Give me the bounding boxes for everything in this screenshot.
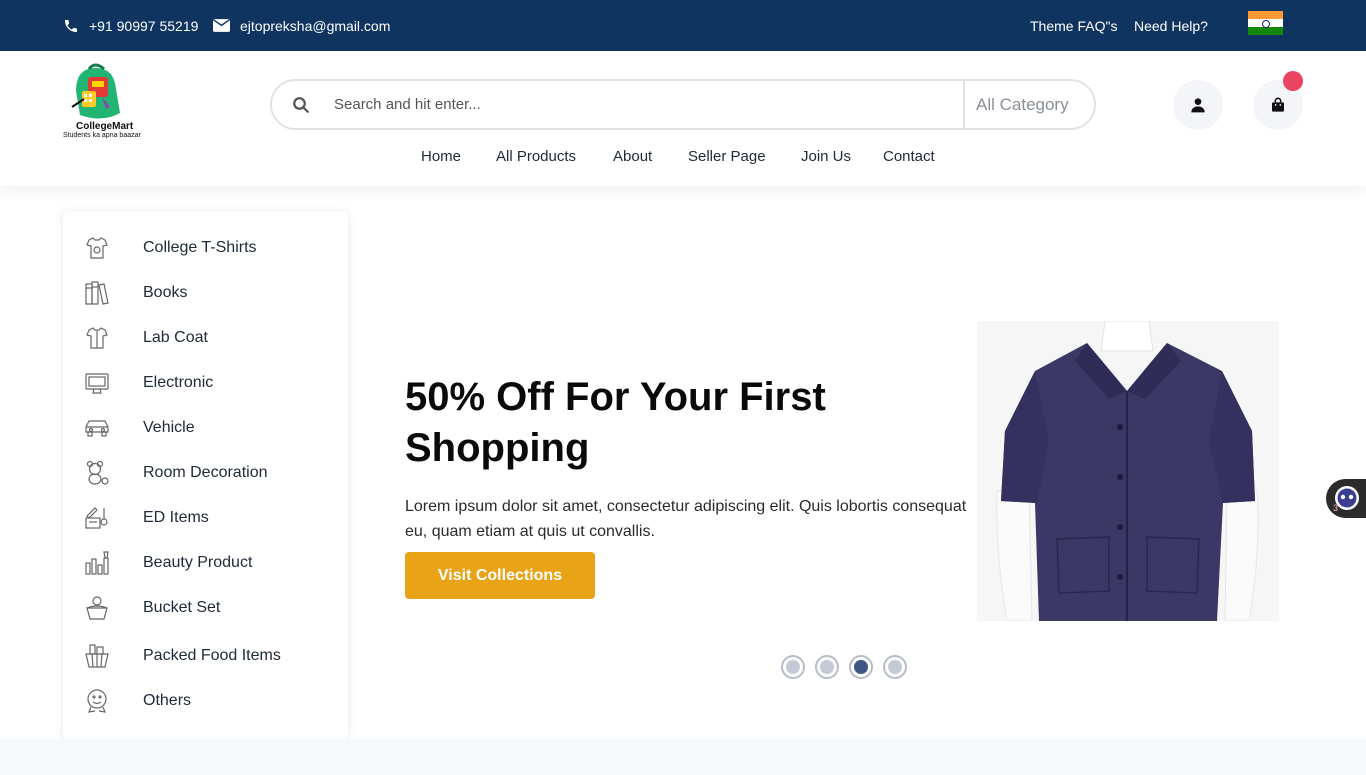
logo-tagline: Students ka apna baazar	[63, 132, 141, 139]
teddy-bear-icon	[86, 460, 109, 485]
category-bucket-set[interactable]: Bucket Set	[63, 593, 348, 623]
hero-title: 50% Off For Your First Shopping	[405, 375, 826, 470]
category-ed-items[interactable]: ED Items	[63, 503, 348, 533]
india-flag-icon[interactable]	[1248, 11, 1283, 35]
toy-icon	[87, 689, 107, 713]
mail-icon	[213, 19, 230, 32]
category-label: Bucket Set	[143, 599, 221, 616]
category-label: Packed Food Items	[143, 647, 281, 664]
search-bar: All Category	[270, 79, 1096, 130]
main-header: CollegeMart Students ka apna baazar All …	[0, 51, 1366, 186]
need-help-link[interactable]: Need Help?	[1134, 0, 1208, 51]
need-help-label: Need Help?	[1134, 17, 1208, 34]
phone-number: +91 90997 55219	[89, 17, 199, 34]
search-input[interactable]	[334, 96, 934, 113]
category-label: Others	[143, 692, 192, 709]
next-section-band	[0, 739, 1366, 775]
category-label: Beauty Product	[143, 554, 253, 571]
carousel-dot-3[interactable]	[849, 655, 873, 679]
hero-description: Lorem ipsum dolor sit amet, consectetur …	[405, 498, 967, 540]
bucket-icon	[86, 596, 108, 620]
chat-bot-icon	[1335, 486, 1359, 510]
top-bar: +91 90997 55219 ejtopreksha@gmail.com Th…	[0, 0, 1366, 51]
nav-join-us[interactable]: Join Us	[801, 148, 851, 165]
category-label: Vehicle	[143, 419, 195, 436]
visit-collections-button[interactable]: Visit Collections	[405, 552, 595, 599]
nav-contact[interactable]: Contact	[883, 148, 935, 165]
labcoat-icon	[86, 327, 108, 349]
category-label: Books	[143, 284, 188, 301]
category-label: ED Items	[143, 509, 209, 526]
account-button[interactable]	[1173, 80, 1223, 130]
cart-count-badge	[1283, 71, 1303, 91]
category-vehicle[interactable]: Vehicle	[63, 413, 348, 443]
nav-home[interactable]: Home	[421, 148, 461, 165]
category-label: Electronic	[143, 374, 214, 391]
hero-product-image	[977, 321, 1279, 621]
food-basket-icon	[85, 644, 109, 668]
cosmetics-icon	[85, 551, 109, 575]
car-icon	[85, 420, 109, 437]
carousel-dot-4[interactable]	[883, 655, 907, 679]
tshirt-icon	[86, 237, 108, 259]
carousel-dot-2[interactable]	[815, 655, 839, 679]
email-contact[interactable]: ejtopreksha@gmail.com	[213, 0, 390, 51]
category-electronic[interactable]: Electronic	[63, 368, 348, 398]
category-lab-coat[interactable]: Lab Coat	[63, 323, 348, 353]
category-sidebar: College T-Shirts Books Lab Coat Electron…	[63, 211, 348, 739]
category-beauty-product[interactable]: Beauty Product	[63, 548, 348, 578]
phone-icon	[65, 19, 77, 32]
backpack-logo-icon	[71, 63, 120, 119]
category-label: Lab Coat	[143, 329, 208, 346]
category-college-tshirts[interactable]: College T-Shirts	[63, 233, 348, 263]
logo-title: CollegeMart	[76, 121, 134, 132]
chat-widget[interactable]	[1326, 479, 1366, 518]
category-room-decoration[interactable]: Room Decoration	[63, 458, 348, 488]
nav-all-products[interactable]: All Products	[496, 148, 576, 165]
monitor-icon	[85, 373, 109, 394]
drafting-tools-icon	[85, 507, 108, 529]
search-icon[interactable]	[292, 96, 310, 114]
user-icon	[1191, 98, 1205, 113]
shopping-bag-icon	[1272, 97, 1284, 112]
theme-faq-link[interactable]: Theme FAQ"s	[1030, 0, 1117, 51]
email-address: ejtopreksha@gmail.com	[240, 17, 391, 34]
category-packed-food[interactable]: Packed Food Items	[63, 641, 348, 671]
nav-about[interactable]: About	[613, 148, 652, 165]
category-books[interactable]: Books	[63, 278, 348, 308]
chat-unread-count: 3	[1333, 503, 1339, 513]
category-select[interactable]: All Category	[963, 81, 1094, 128]
carousel-dot-1[interactable]	[781, 655, 805, 679]
category-label: College T-Shirts	[143, 239, 257, 256]
theme-faq-label: Theme FAQ"s	[1030, 17, 1118, 34]
main-nav: Home All Products About Seller Page Join…	[0, 148, 1366, 170]
category-others[interactable]: Others	[63, 686, 348, 716]
phone-contact[interactable]: +91 90997 55219	[63, 0, 198, 51]
books-icon	[85, 281, 109, 305]
lab-coat-mannequin-image	[977, 321, 1279, 621]
category-label: Room Decoration	[143, 464, 268, 481]
nav-seller-page[interactable]: Seller Page	[688, 148, 766, 165]
